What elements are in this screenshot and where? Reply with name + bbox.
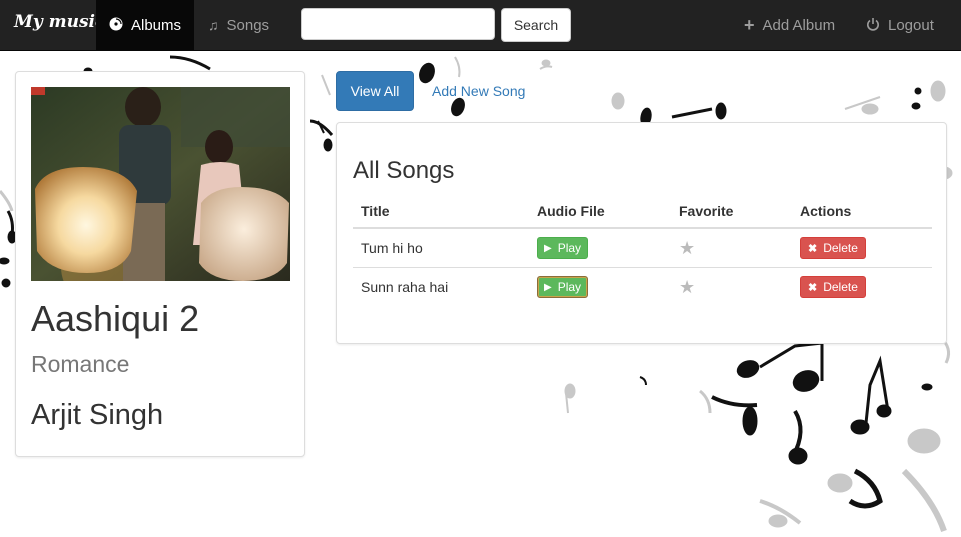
play-icon: ▶ xyxy=(544,242,552,254)
play-icon: ▶ xyxy=(544,281,552,293)
brand-logo[interactable]: My music xyxy=(14,12,105,32)
nav-songs[interactable]: ♫ Songs xyxy=(208,0,269,50)
delete-label: Delete xyxy=(823,241,858,255)
nav-logout-label: Logout xyxy=(888,16,934,34)
disc-icon xyxy=(109,17,123,34)
close-icon: ✖ xyxy=(808,242,818,255)
album-panel: Aashiqui 2 Romance Arjit Singh xyxy=(15,71,305,457)
view-all-button[interactable]: View All xyxy=(336,71,414,111)
plus-icon: + xyxy=(744,14,755,35)
star-icon[interactable]: ★ xyxy=(679,277,695,297)
nav-logout[interactable]: Logout xyxy=(866,0,934,50)
column-header-favorite: Favorite xyxy=(671,195,792,229)
add-new-song-link[interactable]: Add New Song xyxy=(432,83,525,99)
song-title: Tum hi ho xyxy=(353,227,529,268)
album-artist: Arjit Singh xyxy=(31,399,164,431)
star-icon[interactable]: ★ xyxy=(679,238,695,258)
nav-albums-label: Albums xyxy=(130,16,182,34)
table-header-row: Title Audio File Favorite Actions xyxy=(353,195,932,229)
songs-heading: All Songs xyxy=(353,157,455,184)
delete-button[interactable]: ✖ Delete xyxy=(800,276,866,298)
album-cover-image[interactable] xyxy=(31,87,290,281)
close-icon: ✖ xyxy=(808,281,818,294)
play-label: Play xyxy=(557,241,582,255)
music-note-icon: ♫ xyxy=(208,17,219,33)
table-row: Sunn raha hai ▶ Play ★ ✖ Delete xyxy=(353,267,932,306)
nav-add-album-label: Add Album xyxy=(762,16,836,34)
delete-label: Delete xyxy=(823,280,858,294)
search-input[interactable] xyxy=(301,8,495,40)
song-title: Sunn raha hai xyxy=(353,267,529,306)
search-button[interactable]: Search xyxy=(501,8,571,42)
nav-albums[interactable]: Albums xyxy=(96,0,194,50)
nav-add-album[interactable]: + Add Album xyxy=(744,0,835,50)
play-label: Play xyxy=(557,280,582,294)
table-row: Tum hi ho ▶ Play ★ ✖ Delete xyxy=(353,227,932,268)
album-genre: Romance xyxy=(31,351,130,377)
songs-table: Title Audio File Favorite Actions Tum hi… xyxy=(353,195,932,306)
play-button[interactable]: ▶ Play xyxy=(537,276,589,298)
column-header-title: Title xyxy=(353,195,529,229)
delete-button[interactable]: ✖ Delete xyxy=(800,237,866,259)
top-navbar: My music Albums ♫ Songs Search + Add Alb… xyxy=(0,0,961,51)
songs-panel: All Songs Title Audio File Favorite Acti… xyxy=(336,122,947,344)
album-title: Aashiqui 2 xyxy=(31,298,200,339)
column-header-audio-file: Audio File xyxy=(529,195,671,229)
power-icon xyxy=(866,17,880,34)
nav-songs-label: Songs xyxy=(226,16,270,34)
column-header-actions: Actions xyxy=(792,195,932,229)
play-button[interactable]: ▶ Play xyxy=(537,237,589,259)
